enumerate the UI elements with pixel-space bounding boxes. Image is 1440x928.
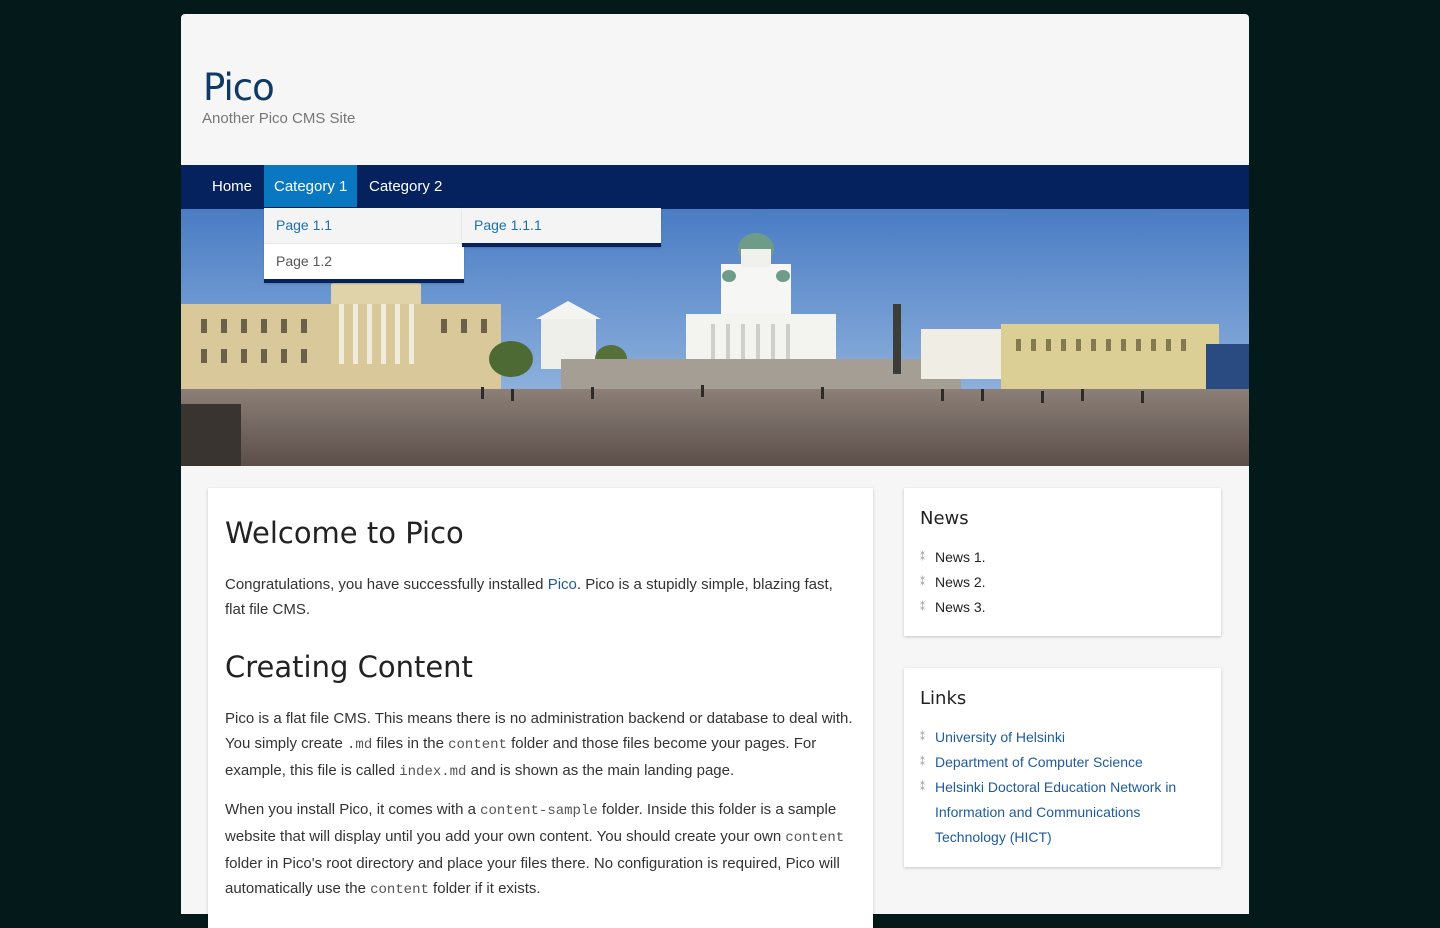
bullet-icon: ⁑ bbox=[920, 782, 925, 793]
pico-link[interactable]: Pico bbox=[548, 576, 577, 593]
bullet-icon: ⁑ bbox=[920, 602, 925, 613]
code-index-md: index.md bbox=[399, 764, 467, 780]
bullet-icon: ⁑ bbox=[920, 577, 925, 588]
bullet-icon: ⁑ bbox=[920, 732, 925, 743]
news-widget: News ⁑ News 1. ⁑ News 2. ⁑ News 3. bbox=[904, 488, 1221, 636]
p3-text-d: folder if it exists. bbox=[428, 880, 541, 897]
links-list: ⁑ University of Helsinki ⁑ Department of C… bbox=[920, 725, 1190, 850]
bullet-icon: ⁑ bbox=[920, 757, 925, 768]
news-item-label: News 1. bbox=[935, 549, 986, 565]
dropdown-item-page-1-1[interactable]: Page 1.1 bbox=[264, 208, 464, 243]
intro-text-1: Congratulations, you have successfully i… bbox=[225, 576, 548, 593]
code-md: .md bbox=[347, 737, 373, 753]
news-list: ⁑ News 1. ⁑ News 2. ⁑ News 3. bbox=[920, 545, 986, 620]
link-item: ⁑ Department of Computer Science bbox=[920, 750, 1190, 775]
news-item-label: News 2. bbox=[935, 574, 986, 590]
dropdown-category-1: Page 1.1 Page 1.2 bbox=[264, 208, 464, 283]
main-navbar: Home Category 1 Category 2 bbox=[181, 165, 1249, 209]
intro-paragraph: Congratulations, you have successfully i… bbox=[225, 572, 855, 622]
link-item: ⁑ University of Helsinki bbox=[920, 725, 1190, 750]
link-item: ⁑ Helsinki Doctoral Education Network in … bbox=[920, 775, 1190, 850]
dropdown-page-1-1: Page 1.1.1 bbox=[462, 208, 661, 247]
p2-text-b: files in the bbox=[372, 735, 449, 752]
code-content-3: content bbox=[370, 882, 429, 898]
nav-category-1[interactable]: Category 1 bbox=[264, 165, 358, 207]
page-container: Pico Another Pico CMS Site Home Category… bbox=[181, 14, 1249, 928]
nav-category-2[interactable]: Category 2 bbox=[359, 165, 452, 207]
dropdown-item-page-1-2[interactable]: Page 1.2 bbox=[264, 243, 464, 279]
content-paragraph-1: Pico is a flat file CMS. This means ther… bbox=[225, 706, 855, 785]
news-item: ⁑ News 3. bbox=[920, 595, 986, 620]
heading-welcome: Welcome to Pico bbox=[225, 516, 464, 550]
p2-text-d: and is shown as the main landing page. bbox=[466, 762, 735, 779]
site-title[interactable]: Pico bbox=[203, 66, 275, 109]
dropdown-item-page-1-1-1[interactable]: Page 1.1.1 bbox=[462, 208, 661, 243]
news-title: News bbox=[920, 508, 969, 529]
code-content-2: content bbox=[785, 830, 845, 846]
news-item-label: News 3. bbox=[935, 599, 986, 615]
bullet-icon: ⁑ bbox=[920, 552, 925, 563]
code-content-sample: content-sample bbox=[480, 803, 598, 819]
link-university-of-helsinki[interactable]: University of Helsinki bbox=[935, 729, 1065, 745]
links-title: Links bbox=[920, 688, 967, 709]
links-widget: Links ⁑ University of Helsinki ⁑ Departmen… bbox=[904, 668, 1221, 867]
link-hict[interactable]: Helsinki Doctoral Education Network in I… bbox=[935, 779, 1176, 845]
main-content-card: Welcome to Pico Congratulations, you hav… bbox=[208, 488, 873, 928]
site-tagline: Another Pico CMS Site bbox=[202, 110, 356, 127]
news-item: ⁑ News 2. bbox=[920, 570, 986, 595]
news-item: ⁑ News 1. bbox=[920, 545, 986, 570]
content-paragraph-2: When you install Pico, it comes with a c… bbox=[225, 797, 855, 903]
code-content: content bbox=[448, 737, 507, 753]
p3-text-a: When you install Pico, it comes with a bbox=[225, 801, 481, 818]
link-department-cs[interactable]: Department of Computer Science bbox=[935, 754, 1143, 770]
nav-home[interactable]: Home bbox=[202, 165, 262, 207]
heading-creating-content: Creating Content bbox=[225, 650, 473, 684]
